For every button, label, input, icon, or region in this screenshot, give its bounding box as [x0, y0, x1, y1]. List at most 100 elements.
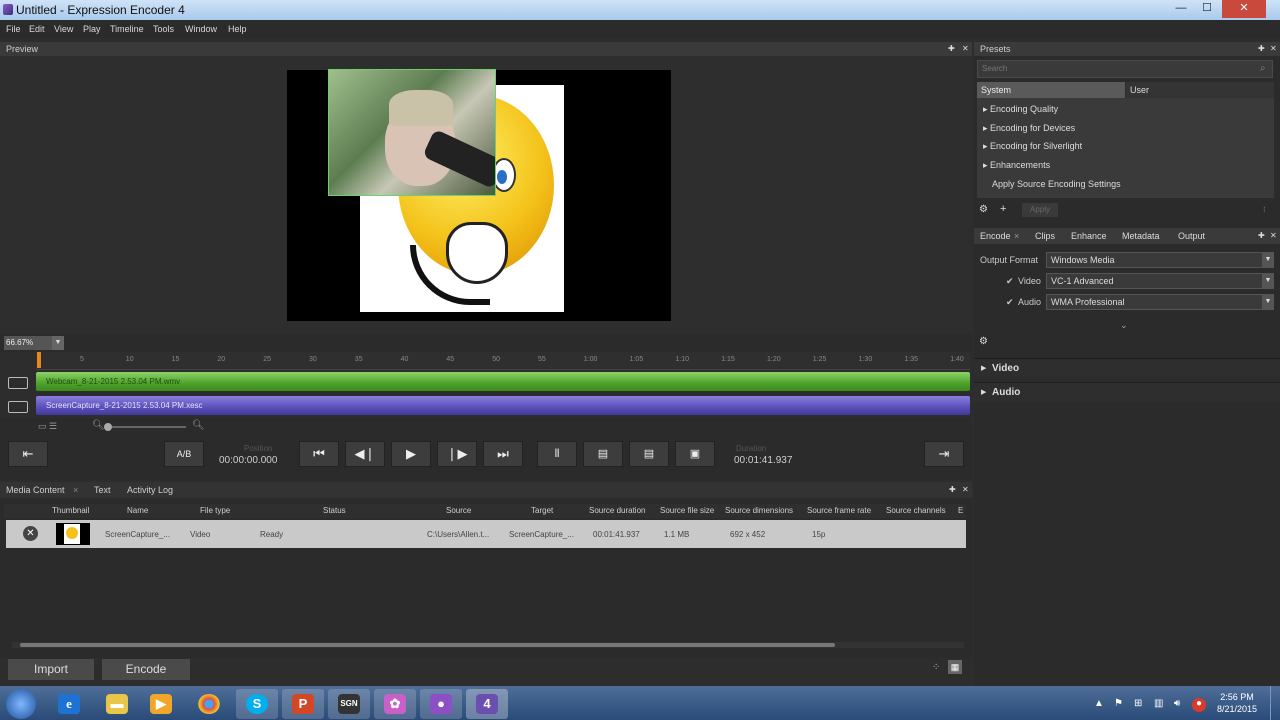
col-more[interactable]: E	[958, 506, 963, 515]
list-view-icon[interactable]: ⁘	[932, 662, 940, 673]
col-source-dimensions[interactable]: Source dimensions	[725, 506, 793, 515]
flag-icon[interactable]: ⚑	[1114, 698, 1123, 709]
zoom-slider-handle[interactable]	[104, 423, 112, 431]
scrollbar-thumb[interactable]	[20, 643, 835, 647]
zoom-in-icon[interactable]: 🔍︎	[192, 420, 205, 431]
media-player-icon[interactable]: ▶	[150, 694, 172, 714]
expand-chevron-icon[interactable]: ⌄	[1120, 320, 1128, 331]
menu-help[interactable]: Help	[228, 24, 247, 34]
section-audio[interactable]: Audio	[974, 382, 1280, 402]
pin-icon[interactable]: ✚	[948, 42, 955, 56]
audio-codec-select[interactable]: WMA Professional	[1046, 294, 1264, 310]
expand-icon[interactable]: ▶	[981, 388, 986, 396]
ab-compare-button[interactable]: A/B	[164, 441, 204, 467]
section-video[interactable]: Video	[974, 358, 1280, 378]
chevron-down-icon[interactable]: ▼	[1262, 273, 1274, 289]
zoom-dropdown-icon[interactable]: ▼	[52, 336, 64, 350]
previous-frame-button[interactable]: ◀❘	[345, 441, 385, 467]
screencapture-track[interactable]: ScreenCapture_8-21-2015 2.53.04 PM.xesc	[36, 396, 970, 415]
minimize-button[interactable]: —	[1168, 0, 1194, 18]
list-item[interactable]: ▸ Encoding Quality	[983, 104, 1058, 115]
timeline-view-icon[interactable]: ▭ ☰	[38, 421, 57, 432]
pin-icon[interactable]: ✚	[1258, 231, 1265, 240]
close-icon[interactable]: ✕	[1270, 42, 1277, 56]
show-desktop-button[interactable]	[1270, 686, 1280, 720]
add-overlay-button[interactable]: ▣	[675, 441, 715, 467]
webcam-overlay[interactable]	[328, 69, 496, 196]
remove-item-icon[interactable]: ✕	[23, 526, 38, 541]
menu-tools[interactable]: Tools	[153, 24, 174, 34]
tab-enhance[interactable]: Enhance	[1071, 231, 1107, 241]
tab-text[interactable]: Text	[94, 485, 111, 495]
preset-search-input[interactable]: Search	[977, 60, 1273, 78]
menu-timeline[interactable]: Timeline	[110, 24, 144, 34]
col-source-channels[interactable]: Source channels	[886, 506, 946, 515]
col-status[interactable]: Status	[323, 506, 346, 515]
chevron-down-icon[interactable]: ▼	[1262, 252, 1274, 268]
network-icon[interactable]: ▥	[1154, 698, 1163, 709]
encode-button[interactable]: Encode	[102, 659, 190, 680]
settings-icon[interactable]: ⚙	[979, 336, 988, 347]
list-item[interactable]: ▸ Enhancements	[983, 160, 1050, 171]
grid-view-icon[interactable]: ▦	[948, 660, 962, 674]
maximize-button[interactable]: ☐	[1194, 0, 1220, 18]
zoom-slider[interactable]	[106, 426, 186, 428]
go-to-start-button[interactable]: ⏮	[299, 441, 339, 467]
tab-activity-log[interactable]: Activity Log	[127, 485, 173, 495]
col-target[interactable]: Target	[531, 506, 553, 515]
close-icon[interactable]: ✕	[1270, 231, 1277, 240]
file-explorer-icon[interactable]: ▬	[106, 694, 128, 714]
add-preset-icon[interactable]: +	[1000, 203, 1006, 215]
close-button[interactable]: ✕	[1222, 0, 1266, 18]
menu-window[interactable]: Window	[185, 24, 217, 34]
search-icon[interactable]: ⌕	[1260, 63, 1266, 74]
expand-icon[interactable]: ▶	[981, 364, 986, 372]
apply-source-settings-item[interactable]: Apply Source Encoding Settings	[992, 179, 1121, 189]
webcam-track[interactable]: Webcam_8-21-2015 2.53.04 PM.wmv	[36, 372, 970, 391]
chrome-icon[interactable]	[198, 694, 220, 714]
volume-icon[interactable]: 🔊︎	[1174, 698, 1180, 709]
col-source-duration[interactable]: Source duration	[589, 506, 645, 515]
tab-media-content[interactable]: Media Content	[6, 485, 65, 495]
col-file-type[interactable]: File type	[200, 506, 230, 515]
notification-icon[interactable]: ●	[1192, 698, 1206, 712]
tab-system[interactable]: System	[977, 82, 1125, 98]
col-source-file-size[interactable]: Source file size	[660, 506, 714, 515]
zoom-out-icon[interactable]: 🔍︎	[92, 420, 105, 431]
tab-encode[interactable]: Encode	[980, 231, 1011, 241]
add-trailer-button[interactable]: ▤	[629, 441, 669, 467]
tab-clips[interactable]: Clips	[1035, 231, 1055, 241]
menu-file[interactable]: File	[6, 24, 21, 34]
show-hidden-icons[interactable]: ▲	[1094, 698, 1104, 709]
start-button[interactable]	[6, 689, 36, 719]
zoom-level[interactable]: 66.67%	[4, 336, 52, 350]
video-checkbox[interactable]: ✔	[1006, 276, 1014, 287]
settings-icon[interactable]: ⚙	[979, 204, 988, 215]
output-format-select[interactable]: Windows Media	[1046, 252, 1264, 268]
clock[interactable]: 2:56 PM 8/21/2015	[1208, 691, 1266, 715]
list-item[interactable]: ▸ Encoding for Silverlight	[983, 141, 1082, 152]
mark-out-button[interactable]: ⇥	[924, 441, 964, 467]
menu-play[interactable]: Play	[83, 24, 101, 34]
add-leader-button[interactable]: ▤	[583, 441, 623, 467]
tab-user[interactable]: User	[1126, 82, 1274, 98]
col-source-frame-rate[interactable]: Source frame rate	[807, 506, 871, 515]
pin-icon[interactable]: ✚	[1258, 42, 1265, 56]
apply-button[interactable]: Apply	[1022, 203, 1058, 217]
video-codec-select[interactable]: VC-1 Advanced	[1046, 273, 1264, 289]
pin-icon[interactable]: ✚	[949, 485, 956, 494]
col-name[interactable]: Name	[127, 506, 148, 515]
next-frame-button[interactable]: ❘▶	[437, 441, 477, 467]
windows-icon[interactable]: ⊞	[1134, 698, 1142, 709]
col-thumbnail[interactable]: Thumbnail	[52, 506, 89, 515]
go-to-end-button[interactable]: ⏭	[483, 441, 523, 467]
internet-explorer-icon[interactable]: e	[58, 694, 80, 714]
play-button[interactable]: ▶	[391, 441, 431, 467]
list-item[interactable]: ▸ Encoding for Devices	[983, 123, 1075, 134]
playhead[interactable]	[37, 352, 41, 368]
import-button[interactable]: Import	[8, 659, 94, 680]
close-icon[interactable]: ✕	[962, 42, 969, 56]
audio-checkbox[interactable]: ✔	[1006, 297, 1014, 308]
chevron-down-icon[interactable]: ▼	[1262, 294, 1274, 310]
mark-in-button[interactable]: ⇤	[8, 441, 48, 467]
